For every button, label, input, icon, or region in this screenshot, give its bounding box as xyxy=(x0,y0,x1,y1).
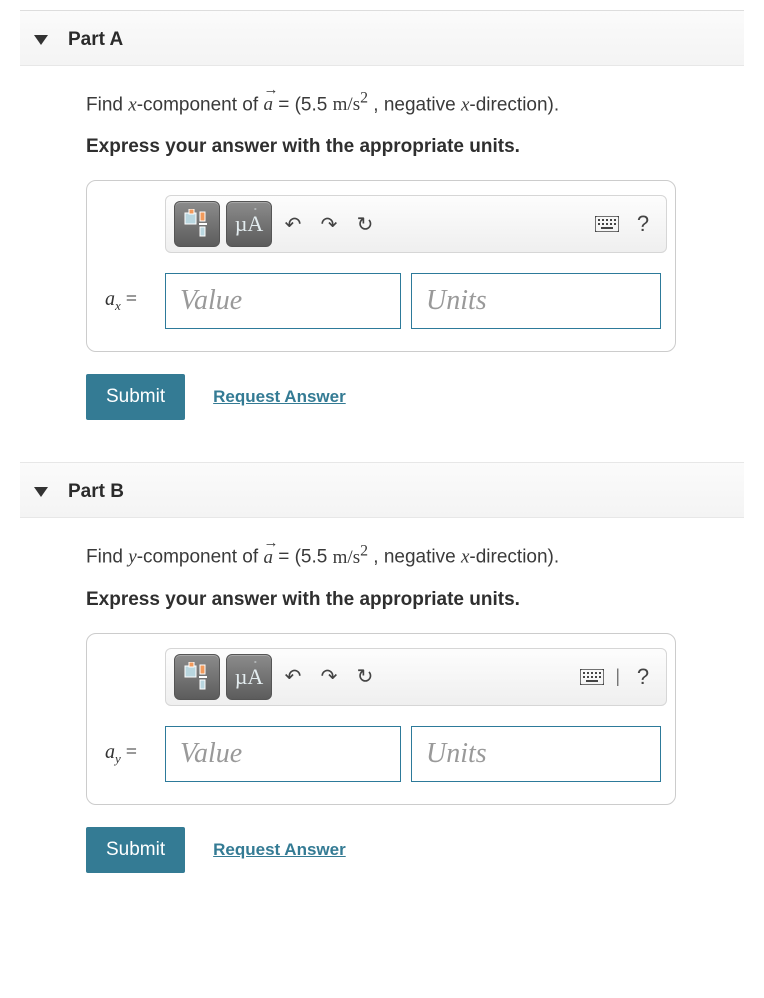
undo-icon[interactable]: ↶ xyxy=(278,662,308,692)
part-b-prompt: Find y-component of a = (5.5 m/s2 , nega… xyxy=(86,542,700,568)
variable-label-b: ay = xyxy=(101,741,165,767)
templates-icon xyxy=(182,209,212,239)
units-symbol-button[interactable]: µA˚ xyxy=(226,201,272,247)
toolbar-b: µA˚ ↶ ↷ ↻ | ? xyxy=(165,648,667,706)
value-input[interactable]: Value xyxy=(165,726,401,782)
undo-icon[interactable]: ↶ xyxy=(278,209,308,239)
toolbar-separator: | xyxy=(615,666,620,687)
templates-icon xyxy=(182,662,212,692)
part-header-b[interactable]: Part B xyxy=(20,462,744,518)
templates-button[interactable] xyxy=(174,201,220,247)
part-header-a[interactable]: Part A xyxy=(20,11,744,66)
part-a-instruction: Express your answer with the appropriate… xyxy=(86,136,700,158)
request-answer-link[interactable]: Request Answer xyxy=(213,387,346,407)
caret-down-icon xyxy=(34,487,48,497)
keyboard-icon[interactable] xyxy=(592,209,622,239)
reset-icon[interactable]: ↻ xyxy=(350,209,380,239)
request-answer-link[interactable]: Request Answer xyxy=(213,840,346,860)
value-input[interactable]: Value xyxy=(165,273,401,329)
part-a-prompt: Find x-component of a = (5.5 m/s2 , nega… xyxy=(86,90,700,116)
part-b-body: Find y-component of a = (5.5 m/s2 , nega… xyxy=(0,518,700,888)
submit-button[interactable]: Submit xyxy=(86,827,185,873)
part-a-body: Find x-component of a = (5.5 m/s2 , nega… xyxy=(0,66,700,436)
toolbar-a: µA˚ ↶ ↷ ↻ ? xyxy=(165,195,667,253)
part-b-instruction: Express your answer with the appropriate… xyxy=(86,589,700,611)
redo-icon[interactable]: ↷ xyxy=(314,662,344,692)
caret-down-icon xyxy=(34,35,48,45)
answer-box-a: µA˚ ↶ ↷ ↻ ? ax = Value Units xyxy=(86,180,676,352)
redo-icon[interactable]: ↷ xyxy=(314,209,344,239)
answer-box-b: µA˚ ↶ ↷ ↻ | ? ay = Value Units xyxy=(86,633,676,805)
units-symbol-button[interactable]: µA˚ xyxy=(226,654,272,700)
variable-label-a: ax = xyxy=(101,288,165,314)
keyboard-icon[interactable] xyxy=(577,662,607,692)
part-b-title: Part B xyxy=(68,481,124,503)
part-a-title: Part A xyxy=(68,29,123,51)
units-input[interactable]: Units xyxy=(411,726,661,782)
help-icon[interactable]: ? xyxy=(628,209,658,239)
submit-button[interactable]: Submit xyxy=(86,374,185,420)
reset-icon[interactable]: ↻ xyxy=(350,662,380,692)
help-icon[interactable]: ? xyxy=(628,662,658,692)
units-input[interactable]: Units xyxy=(411,273,661,329)
templates-button[interactable] xyxy=(174,654,220,700)
